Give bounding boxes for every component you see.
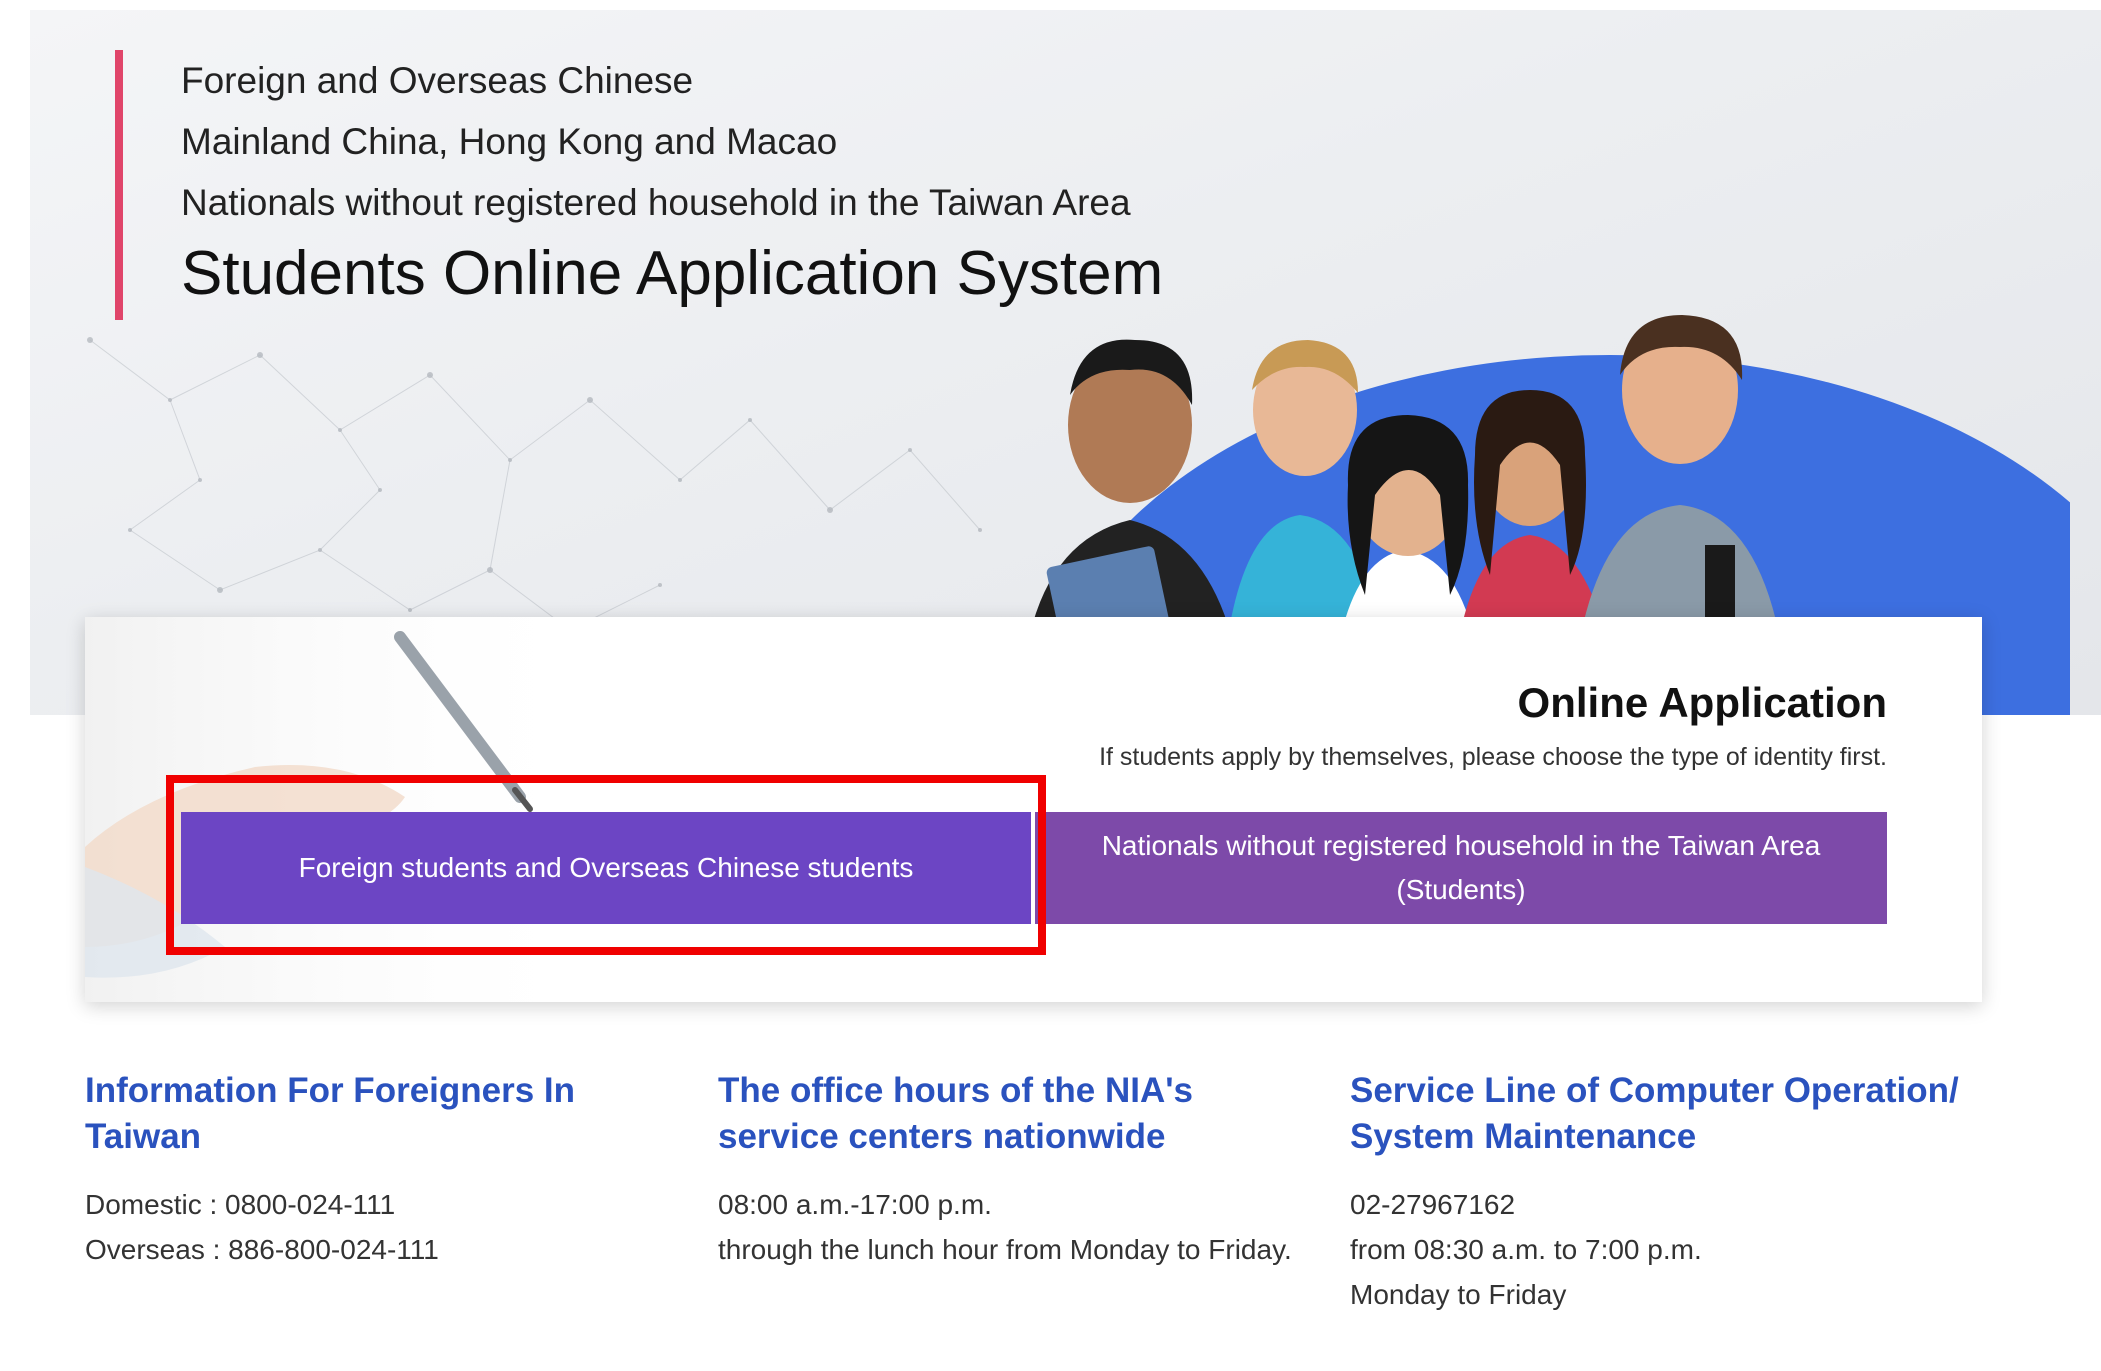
online-application-card: Online Application If students apply by … (85, 617, 1982, 1002)
page: Foreign and Overseas Chinese Mainland Ch… (0, 0, 2101, 1371)
info-line: 08:00 a.m.-17:00 p.m. (718, 1189, 992, 1220)
info-line: 02-27967162 (1350, 1189, 1516, 1220)
info-foreigners-link[interactable]: Information For Foreigners In Taiwan (85, 1068, 665, 1160)
online-application-instructions: If students apply by themselves, please … (1099, 743, 1887, 771)
writing-hand-illustration (85, 617, 605, 1002)
office-hours-details: 08:00 a.m.-17:00 p.m. through the lunch … (718, 1182, 1298, 1272)
foreign-students-button[interactable]: Foreign students and Overseas Chinese st… (181, 812, 1031, 924)
subtitle-line-mainland: Mainland China, Hong Kong and Macao (181, 121, 838, 162)
info-line: Domestic : 0800-024-111 (85, 1189, 396, 1220)
hero-banner: Foreign and Overseas Chinese Mainland Ch… (30, 10, 2101, 715)
info-foreigners-details: Domestic : 0800-024-111 Overseas : 886-8… (85, 1182, 665, 1272)
info-line: Overseas : 886-800-024-111 (85, 1234, 439, 1265)
subtitle-line-foreign: Foreign and Overseas Chinese (181, 60, 694, 101)
title-block: Foreign and Overseas Chinese Mainland Ch… (115, 50, 1163, 320)
office-hours-link[interactable]: The office hours of the NIA's service ce… (718, 1068, 1298, 1160)
info-column-office-hours: The office hours of the NIA's service ce… (718, 1068, 1298, 1272)
nationals-students-button[interactable]: Nationals without registered household i… (1035, 812, 1887, 924)
service-line-link[interactable]: Service Line of Computer Operation/ Syst… (1350, 1068, 1990, 1160)
online-application-title: Online Application (1517, 679, 1887, 726)
subtitle-line-nationals: Nationals without registered household i… (181, 182, 1131, 223)
service-line-details: 02-27967162 from 08:30 a.m. to 7:00 p.m.… (1350, 1182, 1990, 1317)
info-line: Monday to Friday (1350, 1279, 1567, 1310)
info-column-service-line: Service Line of Computer Operation/ Syst… (1350, 1068, 1990, 1317)
info-line: from 08:30 a.m. to 7:00 p.m. (1350, 1234, 1702, 1265)
info-column-foreigners: Information For Foreigners In Taiwan Dom… (85, 1068, 665, 1272)
info-line: through the lunch hour from Monday to Fr… (718, 1234, 1292, 1265)
